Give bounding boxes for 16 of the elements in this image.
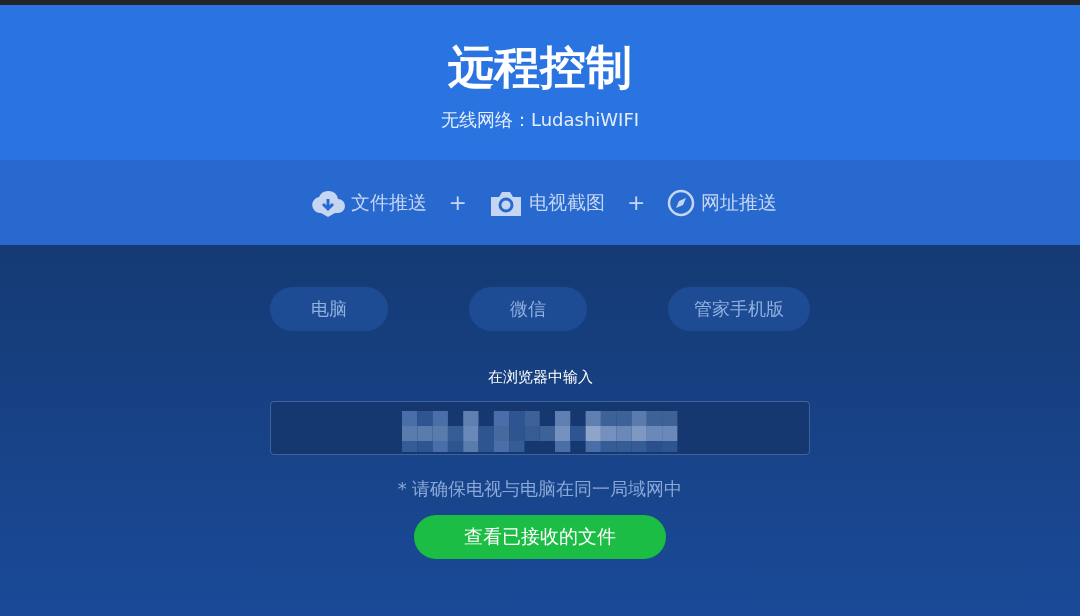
plus-sign: + bbox=[448, 190, 467, 215]
network-name: 无线网络：LudashiWIFI bbox=[440, 107, 640, 132]
compass-icon bbox=[667, 188, 696, 217]
platform-tab[interactable]: 微信 bbox=[469, 287, 587, 331]
prompt-label: 在浏览器中输入 bbox=[487, 368, 593, 387]
cloud-download-icon bbox=[310, 188, 345, 217]
plus-sign: + bbox=[627, 190, 646, 215]
platform-tab[interactable]: 电脑 bbox=[270, 287, 388, 331]
network-note: * 请确保电视与电脑在同一局域网中 bbox=[397, 477, 683, 501]
feature-label[interactable]: 文件推送 bbox=[350, 189, 427, 216]
page-title: 远程控制 bbox=[448, 41, 632, 94]
platform-tab[interactable]: 管家手机版 bbox=[668, 287, 810, 331]
feature-label[interactable]: 电视截图 bbox=[529, 189, 605, 216]
feature-label[interactable]: 网址推送 bbox=[701, 189, 778, 216]
address-field[interactable] bbox=[270, 401, 810, 455]
view-files-button[interactable]: 查看已接收的文件 bbox=[414, 515, 666, 559]
